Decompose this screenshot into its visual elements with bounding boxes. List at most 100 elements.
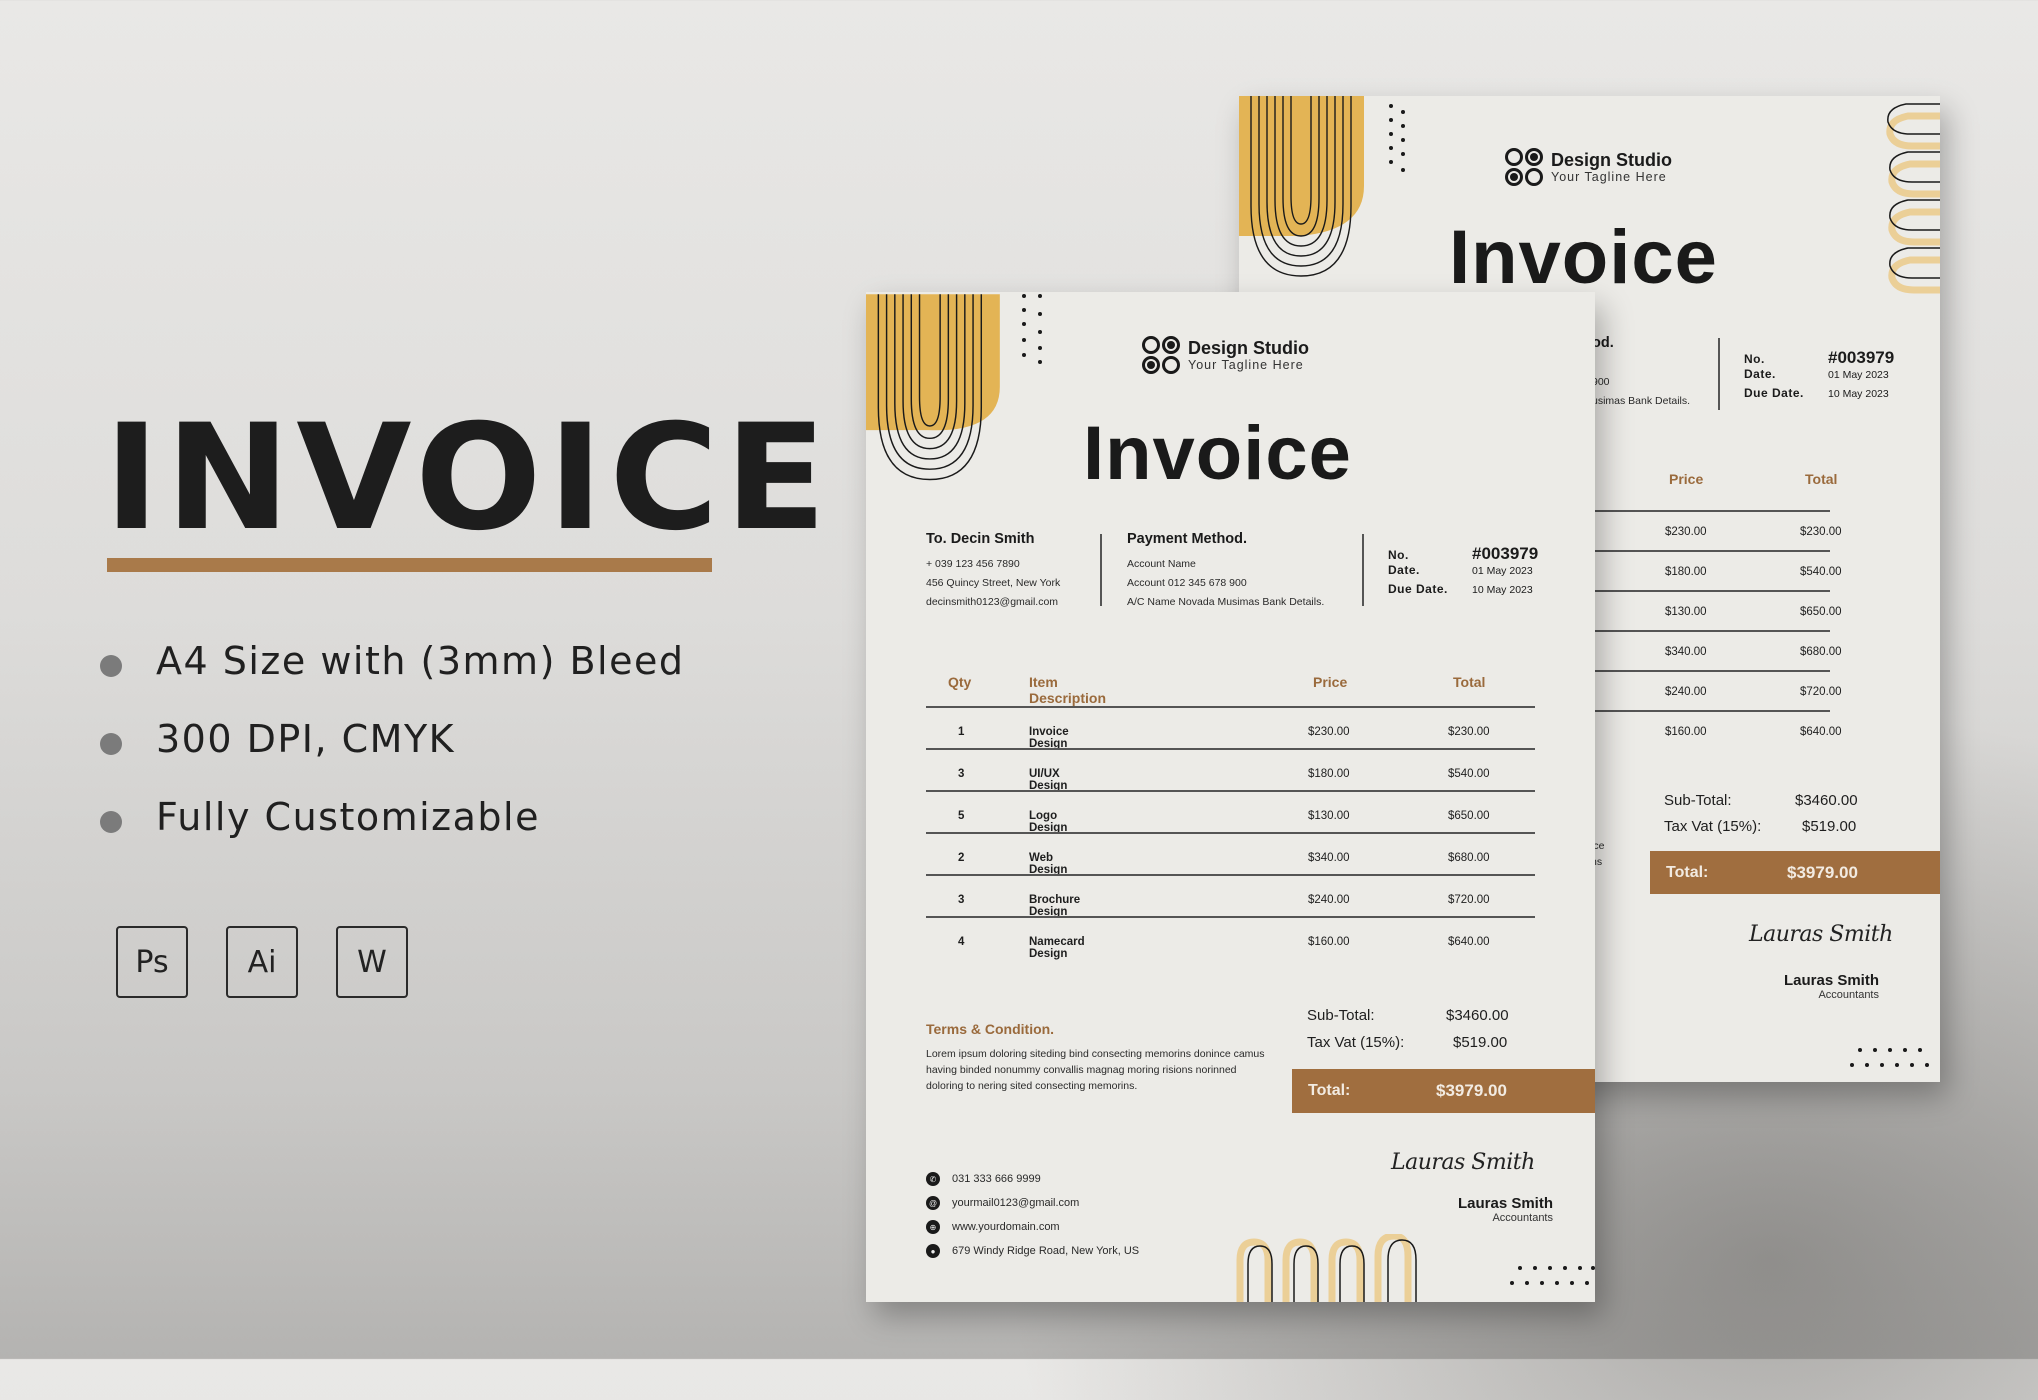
row-item: Namecard Design — [1029, 936, 1085, 960]
divider — [1362, 534, 1364, 606]
invoice-page-front: Design Studio Your Tagline Here Invoice … — [866, 292, 1595, 1302]
row-item: Brochure Design — [1029, 894, 1081, 918]
signer-block: Lauras Smith Accountants — [1783, 972, 1879, 1001]
contact-item: ⊕ www.yourdomain.com — [926, 1215, 1139, 1239]
total-value: $3979.00 — [1436, 1081, 1507, 1100]
dot-pattern — [1850, 1048, 1929, 1067]
total-label: Total: — [1308, 1082, 1351, 1099]
bill-to-block: To. Decin Smith + 039 123 456 7890 456 Q… — [926, 531, 1061, 608]
dot-pattern — [1510, 1266, 1595, 1285]
tax-value: $519.00 — [1453, 1034, 1508, 1051]
row-total: $540.00 — [1448, 768, 1490, 780]
bullet-icon — [100, 655, 122, 677]
brand-tagline: Your Tagline Here — [1188, 358, 1304, 372]
invoice-number-label: No. — [1388, 548, 1409, 562]
feature-item: Fully Customizable — [100, 778, 684, 856]
row-price: $130.00 — [1308, 810, 1350, 822]
row-item: Web Design — [1029, 852, 1068, 876]
contact-item: ● 679 Windy Ridge Road, New York, US — [926, 1239, 1139, 1263]
payment-heading: Payment Method. — [1127, 531, 1248, 547]
brand-logo: Design Studio Your Tagline Here — [1505, 148, 1672, 186]
signature: Lauras Smith — [1749, 922, 1893, 947]
row-qty: 1 — [958, 726, 965, 738]
app-compatibility: Ps Ai W — [116, 926, 408, 998]
subtotal-value: $3460.00 — [1446, 1007, 1509, 1024]
bill-to-heading: To. Decin Smith — [926, 531, 1035, 547]
subtotal-value: $3460.00 — [1795, 792, 1858, 809]
bullet-icon — [100, 811, 122, 833]
signer-name: Lauras Smith — [1457, 1195, 1553, 1212]
column-header-item: Item Description — [1029, 674, 1107, 706]
table-rule — [926, 748, 1535, 750]
row-qty: 4 — [958, 936, 965, 948]
row-item: UI/UX Design — [1029, 768, 1068, 792]
payment-method-block: Payment Method. Account Name Account 012… — [1127, 531, 1325, 608]
column-header-total: Total — [1453, 674, 1486, 690]
contact-list: ✆ 031 333 666 9999 @ yourmail0123@gmail.co… — [926, 1167, 1139, 1263]
email-icon: @ — [926, 1196, 940, 1210]
brand-tagline: Your Tagline Here — [1551, 170, 1667, 184]
tax-value: $519.00 — [1802, 818, 1857, 835]
terms-body: Lorem ipsum doloring siteding bind conse… — [926, 1048, 1265, 1092]
word-icon: W — [336, 926, 408, 998]
contact-item: @ yourmail0123@gmail.com — [926, 1191, 1139, 1215]
table-rule — [926, 706, 1535, 708]
brand-logo: Design Studio Your Tagline Here — [1142, 336, 1309, 374]
table-rule — [926, 916, 1535, 918]
invoice-title: Invoice — [1083, 411, 1352, 496]
column-header-total: Total — [1805, 471, 1838, 487]
payment-method-fragment: od. 900 usimas Bank Details. — [1592, 335, 1691, 407]
bullet-icon — [100, 733, 122, 755]
promo-title: INVOICE — [104, 393, 833, 563]
wave-loops-decoration — [1886, 103, 1940, 294]
due-date-label: Due Date. — [1388, 582, 1448, 596]
column-header-qty: Qty — [948, 674, 972, 690]
title-underline — [107, 558, 712, 572]
studio-logo-icon — [1142, 336, 1180, 374]
terms-heading: Terms & Condition. — [926, 1021, 1055, 1037]
arch-loops-decoration — [1236, 1234, 1417, 1302]
row-total: $720.00 — [1448, 894, 1490, 906]
row-item: Invoice Design — [1029, 726, 1069, 750]
location-pin-icon: ● — [926, 1244, 940, 1258]
feature-text: 300 DPI, CMYK — [156, 717, 456, 761]
invoice-date: 01 May 2023 — [1472, 565, 1533, 577]
row-qty: 3 — [958, 894, 965, 906]
feature-item: A4 Size with (3mm) Bleed — [100, 622, 684, 700]
phone-icon: ✆ — [926, 1172, 940, 1186]
signer-role: Accountants — [1492, 1212, 1553, 1224]
row-price: $160.00 — [1308, 936, 1350, 948]
globe-icon: ⊕ — [926, 1220, 940, 1234]
table-rule — [926, 832, 1535, 834]
row-qty: 5 — [958, 810, 965, 822]
table-rule — [926, 790, 1535, 792]
contact-item: ✆ 031 333 666 9999 — [926, 1167, 1139, 1191]
subtotal-label: Sub-Total: — [1307, 1007, 1375, 1024]
row-qty: 3 — [958, 768, 965, 780]
row-total: $680.00 — [1448, 852, 1490, 864]
subtotal-label: Sub-Total: — [1664, 792, 1732, 809]
row-price: $230.00 — [1308, 726, 1350, 738]
dot-pattern — [1389, 104, 1405, 172]
signer-block: Lauras Smith Accountants — [1458, 1195, 1553, 1224]
brand-name: Design Studio — [1188, 338, 1309, 358]
feature-text: Fully Customizable — [156, 795, 540, 839]
invoice-meta: No. #003979 Date. 01 May 2023 Due Date. 10 … — [1744, 348, 1895, 400]
row-item: Logo Design — [1029, 810, 1068, 834]
row-total: $640.00 — [1448, 936, 1490, 948]
divider — [1100, 534, 1102, 606]
column-header-price: Price — [1313, 674, 1348, 690]
tax-label: Tax Vat (15%): — [1307, 1034, 1405, 1051]
tax-label: Tax Vat (15%): — [1664, 818, 1762, 835]
row-price: $240.00 — [1308, 894, 1350, 906]
column-header-price: Price — [1669, 471, 1704, 487]
total-label: Total: — [1666, 863, 1709, 881]
terms-fragment: ice ns — [1591, 840, 1605, 868]
divider — [1718, 338, 1720, 410]
due-date: 10 May 2023 — [1472, 584, 1533, 596]
invoice-number: #003979 — [1472, 544, 1539, 563]
illustrator-icon: Ai — [226, 926, 298, 998]
invoice-meta: No. #003979 Date. 01 May 2023 Due Date. 10 … — [1388, 544, 1538, 601]
feature-text: A4 Size with (3mm) Bleed — [156, 639, 685, 683]
row-total: $650.00 — [1448, 810, 1490, 822]
